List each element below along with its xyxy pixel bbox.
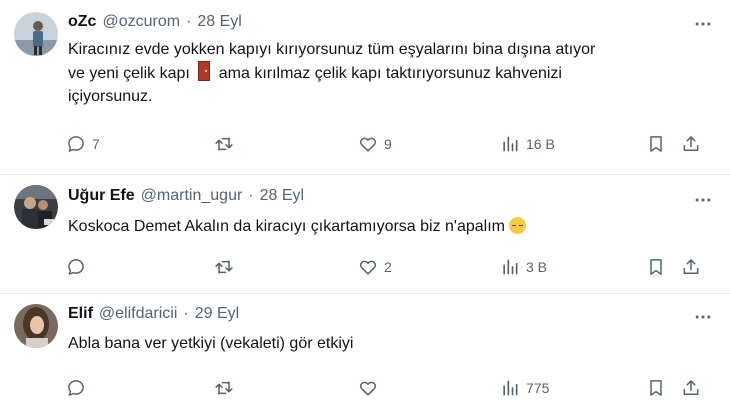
action-bar: 2 3 B bbox=[66, 257, 710, 281]
reply-icon bbox=[66, 134, 86, 154]
author-name[interactable]: Uğur Efe bbox=[68, 187, 135, 205]
action-bar: 7 9 16 B bbox=[66, 134, 710, 158]
views-icon bbox=[500, 378, 520, 398]
reply-count: 7 bbox=[92, 136, 100, 152]
tweet[interactable]: oZc @ozcurom · 28 Eyl Kiracınız evde yok… bbox=[0, 0, 730, 175]
tweet-header: Uğur Efe @martin_ugur · 28 Eyl bbox=[68, 187, 304, 205]
tweet-text: Koskoca Demet Akalın da kiracıyı çıkarta… bbox=[68, 215, 700, 238]
separator-dot: · bbox=[248, 187, 254, 204]
bookmark-button[interactable] bbox=[646, 378, 666, 398]
tweet-text: Kiracınız evde yokken kapıyı kırıyorsunu… bbox=[68, 38, 700, 108]
tweet-text-segment: Abla bana ver yetkiyi (vekaleti) gör etk… bbox=[68, 335, 354, 352]
share-button[interactable] bbox=[681, 134, 701, 154]
share-icon bbox=[681, 134, 701, 154]
like-icon bbox=[358, 257, 378, 277]
more-icon[interactable] bbox=[692, 306, 714, 328]
views-icon bbox=[500, 134, 520, 154]
retweet-icon bbox=[214, 134, 234, 154]
like-button[interactable]: 2 bbox=[358, 257, 392, 277]
reply-button[interactable] bbox=[66, 378, 92, 398]
tweet-header: oZc @ozcurom · 28 Eyl bbox=[68, 13, 242, 31]
tweet-text: Abla bana ver yetkiyi (vekaleti) gör etk… bbox=[68, 332, 700, 355]
pensive-face-emoji-icon bbox=[509, 217, 527, 234]
more-icon[interactable] bbox=[692, 13, 714, 35]
author-name[interactable]: oZc bbox=[68, 13, 96, 31]
share-button[interactable] bbox=[681, 257, 701, 277]
author-handle[interactable]: @elifdaricii bbox=[99, 305, 177, 323]
tweet[interactable]: Uğur Efe @martin_ugur · 28 Eyl Koskoca D… bbox=[0, 175, 730, 294]
retweet-button[interactable] bbox=[214, 257, 240, 277]
reply-button[interactable] bbox=[66, 257, 92, 277]
views-button[interactable]: 3 B bbox=[500, 257, 547, 277]
door-emoji-icon bbox=[198, 61, 211, 81]
bookmark-button[interactable] bbox=[646, 134, 666, 154]
author-handle[interactable]: @ozcurom bbox=[102, 13, 180, 31]
retweet-icon bbox=[214, 378, 234, 398]
separator-dot: · bbox=[183, 305, 189, 322]
views-icon bbox=[500, 257, 520, 277]
tweet-text-segment: ve yeni çelik kapı bbox=[68, 65, 190, 82]
bookmark-button[interactable] bbox=[646, 257, 666, 277]
tweet-text-segment: ama kırılmaz çelik kapı taktırıyorsunuz … bbox=[218, 65, 562, 82]
author-handle[interactable]: @martin_ugur bbox=[141, 187, 243, 205]
like-count: 9 bbox=[384, 136, 392, 152]
tweet-text-line: ve yeni çelik kapı ama kırılmaz çelik ka… bbox=[68, 61, 700, 85]
views-count: 775 bbox=[526, 380, 550, 396]
tweet-text-line: içiyorsunuz. bbox=[68, 88, 153, 105]
reply-icon bbox=[66, 378, 86, 398]
share-button[interactable] bbox=[681, 378, 701, 398]
share-icon bbox=[681, 257, 701, 277]
avatar[interactable] bbox=[14, 185, 58, 229]
reply-button[interactable]: 7 bbox=[66, 134, 100, 154]
views-button[interactable]: 775 bbox=[500, 378, 549, 398]
share-icon bbox=[681, 378, 701, 398]
reply-icon bbox=[66, 257, 86, 277]
tweet[interactable]: Elif @elifdaricii · 29 Eyl Abla bana ver… bbox=[0, 294, 730, 420]
views-button[interactable]: 16 B bbox=[500, 134, 555, 154]
action-bar: 775 bbox=[66, 378, 710, 402]
like-icon bbox=[358, 134, 378, 154]
author-name[interactable]: Elif bbox=[68, 305, 93, 323]
retweet-button[interactable] bbox=[214, 134, 240, 154]
like-button[interactable]: 9 bbox=[358, 134, 392, 154]
tweet-date[interactable]: 29 Eyl bbox=[195, 305, 239, 323]
separator-dot: · bbox=[186, 13, 192, 30]
tweet-text-segment: Koskoca Demet Akalın da kiracıyı çıkarta… bbox=[68, 218, 506, 235]
tweet-text-line: Kiracınız evde yokken kapıyı kırıyorsunu… bbox=[68, 41, 596, 58]
like-icon bbox=[358, 378, 378, 398]
like-button[interactable] bbox=[358, 378, 384, 398]
tweet-date[interactable]: 28 Eyl bbox=[197, 13, 241, 31]
views-count: 3 B bbox=[526, 259, 548, 275]
bookmark-icon bbox=[646, 134, 666, 154]
bookmark-icon bbox=[646, 378, 666, 398]
retweet-icon bbox=[214, 257, 234, 277]
views-count: 16 B bbox=[526, 136, 555, 152]
tweet-feed: oZc @ozcurom · 28 Eyl Kiracınız evde yok… bbox=[0, 0, 730, 420]
avatar[interactable] bbox=[14, 304, 58, 348]
bookmark-icon bbox=[646, 257, 666, 277]
retweet-button[interactable] bbox=[214, 378, 240, 398]
tweet-header: Elif @elifdaricii · 29 Eyl bbox=[68, 305, 239, 323]
like-count: 2 bbox=[384, 259, 392, 275]
more-icon[interactable] bbox=[692, 189, 714, 211]
tweet-date[interactable]: 28 Eyl bbox=[260, 187, 304, 205]
avatar[interactable] bbox=[14, 12, 58, 56]
